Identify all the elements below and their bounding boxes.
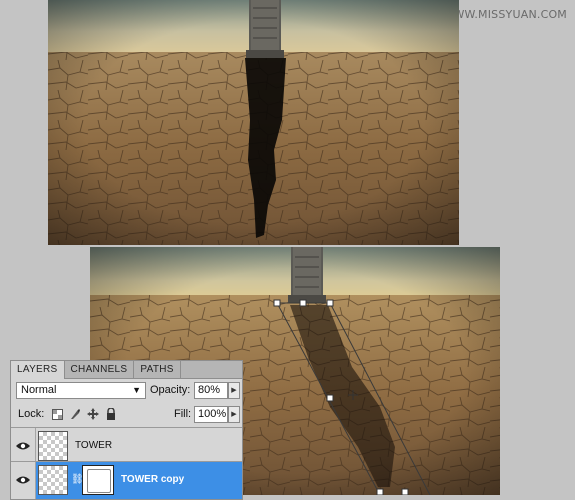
visibility-toggle[interactable]: [11, 462, 36, 499]
layer-thumbnail: [38, 465, 68, 495]
opacity-slider-button[interactable]: ▶: [228, 382, 240, 399]
opacity-input[interactable]: 80%: [194, 382, 228, 399]
layer-row-tower-copy[interactable]: ⛓ TOWER copy: [11, 461, 242, 499]
lock-fill-row: Lock: Fill: 100% ▶: [14, 406, 240, 424]
lock-all-icon[interactable]: [104, 407, 118, 421]
lock-brush-icon[interactable]: [68, 407, 82, 421]
visibility-toggle[interactable]: [11, 428, 36, 465]
tab-channels[interactable]: CHANNELS: [65, 361, 135, 378]
tab-layers[interactable]: LAYERS: [11, 361, 65, 379]
panel-tabs: LAYERS CHANNELS PATHS: [11, 361, 242, 379]
fill-slider-button[interactable]: ▶: [228, 406, 240, 423]
opacity-label: Opacity:: [150, 384, 191, 396]
lock-transparency-icon[interactable]: [50, 407, 64, 421]
tab-paths[interactable]: PATHS: [134, 361, 181, 378]
blend-mode-select[interactable]: Normal ▼: [16, 382, 146, 399]
layer-name: TOWER: [75, 440, 113, 451]
layers-panel: LAYERS CHANNELS PATHS Normal ▼ Opacity: …: [10, 360, 243, 500]
layer-name: TOWER copy: [121, 474, 185, 485]
fill-label: Fill:: [174, 408, 192, 420]
lock-icons: [50, 407, 118, 421]
canvas-top-image: [48, 0, 459, 245]
lock-label: Lock:: [18, 408, 45, 420]
blend-mode-value: Normal: [21, 384, 57, 396]
layer-mask-thumbnail[interactable]: [82, 465, 114, 495]
blend-opacity-row: Normal ▼ Opacity: 80% ▶: [14, 382, 240, 400]
fill-input[interactable]: 100%: [194, 406, 228, 423]
chevron-down-icon: ▼: [132, 385, 141, 395]
eye-icon: [14, 471, 32, 489]
lock-move-icon[interactable]: [86, 407, 100, 421]
layer-thumbnail: [38, 431, 68, 461]
eye-icon: [14, 437, 32, 455]
layer-row-tower[interactable]: TOWER: [11, 427, 242, 465]
